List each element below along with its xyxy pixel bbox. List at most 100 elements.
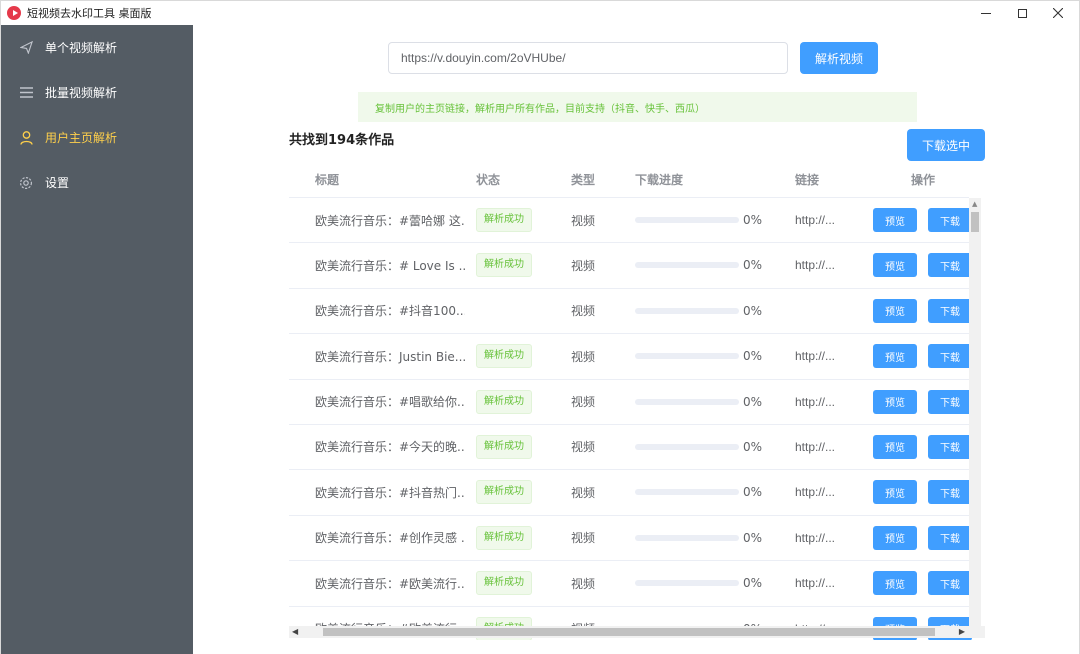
row-title: 欧美流行音乐：#今天的晚... (315, 440, 465, 455)
table-row[interactable]: 欧美流行音乐：# Love Is ... 解析成功 视频 0% http://... 预览… (289, 243, 972, 289)
preview-button[interactable]: 预览 (873, 298, 917, 323)
sidebar-item-user-homepage[interactable]: 用户主页解析 (1, 115, 193, 160)
download-selected-button[interactable]: 下载选中 (907, 129, 985, 161)
row-progress: 0% (635, 243, 762, 287)
download-button[interactable]: 下载 (928, 389, 972, 414)
window-title: 短视频去水印工具 桌面版 (27, 7, 152, 20)
row-type: 视频 (571, 395, 596, 410)
row-type: 视频 (571, 485, 596, 500)
result-count: 共找到194条作品 (289, 133, 395, 148)
progress-bar (635, 307, 739, 314)
table-row[interactable]: 欧美流行音乐：#今天的晚... 解析成功 视频 0% http://... 预览 下载 (289, 425, 972, 471)
row-status-cell: 解析成功 (476, 380, 532, 424)
sidebar-item-batch-video[interactable]: 批量视频解析 (1, 70, 193, 115)
maximize-button[interactable] (1005, 1, 1039, 25)
scroll-right-icon[interactable]: ▶ (959, 626, 965, 638)
table-row[interactable]: 欧美流行音乐：Justin Bie... 解析成功 视频 0% http://... 预览… (289, 334, 972, 380)
row-status-cell: 解析成功 (476, 516, 532, 560)
table-row[interactable]: 欧美流行音乐：#欧美流行... 解析成功 视频 0% http://... 预览下载 (289, 561, 972, 607)
row-link[interactable]: http://... (795, 425, 835, 469)
scroll-up-icon[interactable]: ▲ (972, 200, 977, 208)
row-progress: 0% (635, 425, 762, 469)
preview-button[interactable]: 预览 (873, 525, 917, 550)
header-ops[interactable]: 操作 (911, 165, 935, 195)
vertical-scrollbar[interactable]: ▲ ▼ (969, 198, 981, 636)
table-header: 标题 状态 类型 下载进度 链接 操作 (289, 165, 969, 198)
status-badge: 解析成功 (476, 480, 532, 505)
row-actions: 预览下载 (873, 198, 983, 242)
sidebar-item-label: 用户主页解析 (45, 131, 118, 145)
row-link[interactable]: http://... (795, 561, 835, 605)
progress-percent: 0% (743, 349, 763, 364)
progress-bar (635, 262, 739, 269)
url-input[interactable]: https://v.douyin.com/2oVHUbe/ (388, 42, 788, 74)
row-status-cell: 解析成功 (476, 243, 532, 287)
preview-button[interactable]: 预览 (873, 253, 917, 278)
row-link[interactable]: http://... (795, 470, 835, 514)
row-actions: 预览下载 (873, 380, 983, 424)
progress-percent: 0% (743, 303, 763, 318)
row-link[interactable]: http://... (795, 516, 835, 560)
header-status[interactable]: 状态 (476, 165, 500, 195)
table-row[interactable]: 欧美流行音乐：#蕾哈娜 这... 解析成功 视频 0% http://... 预览 下载 (289, 198, 972, 244)
download-button[interactable]: 下载 (928, 298, 972, 323)
scroll-thumb[interactable] (971, 212, 979, 232)
download-button[interactable]: 下载 (928, 525, 972, 550)
row-type: 视频 (571, 213, 596, 228)
row-title: 欧美流行音乐：#抖音热门... (315, 485, 465, 500)
row-link[interactable]: http://... (795, 198, 835, 242)
download-button[interactable]: 下载 (928, 571, 972, 596)
header-type[interactable]: 类型 (571, 165, 595, 195)
sidebar-item-settings[interactable]: 设置 (1, 160, 193, 205)
row-actions: 预览下载 (873, 470, 983, 514)
preview-button[interactable]: 预览 (873, 480, 917, 505)
download-button[interactable]: 下载 (928, 480, 972, 505)
download-button[interactable]: 下载 (928, 344, 972, 369)
app-window: 短视频去水印工具 桌面版 单个视频解析 批量视频解析 用户主页解析 设置 htt… (0, 0, 1080, 654)
header-link[interactable]: 链接 (795, 165, 819, 195)
row-link[interactable]: http://... (795, 243, 835, 287)
table-row[interactable]: 欧美流行音乐：#抖音热门... 解析成功 视频 0% http://... 预览 下载 (289, 470, 972, 516)
row-link[interactable]: http://... (795, 334, 835, 378)
table-row[interactable]: 欧美流行音乐：#创作灵感 ... 解析成功 视频 0% http://... 预览 下载 (289, 516, 972, 562)
scroll-left-icon[interactable]: ◀ (292, 626, 298, 638)
row-title: 欧美流行音乐：#蕾哈娜 这... (315, 213, 465, 228)
header-title[interactable]: 标题 (315, 165, 339, 195)
progress-percent: 0% (743, 485, 763, 500)
table-row[interactable]: 欧美流行音乐：#抖音100... 视频 0% 预览 下载 (289, 289, 972, 335)
preview-button[interactable]: 预览 (873, 571, 917, 596)
progress-percent: 0% (743, 213, 763, 227)
maximize-icon (1017, 8, 1027, 18)
close-button[interactable] (1041, 1, 1075, 25)
preview-button[interactable]: 预览 (873, 389, 917, 414)
header-progress[interactable]: 下载进度 (635, 165, 683, 195)
row-status-cell: 解析成功 (476, 425, 532, 469)
scroll-thumb-horizontal[interactable] (323, 628, 935, 636)
row-actions: 预览下载 (873, 334, 983, 378)
preview-button[interactable]: 预览 (873, 434, 917, 459)
send-icon (19, 41, 33, 55)
row-actions: 预览下载 (873, 289, 983, 333)
row-link[interactable]: http://... (795, 380, 835, 424)
minimize-button[interactable] (969, 1, 1003, 25)
download-button[interactable]: 下载 (928, 253, 972, 278)
status-badge: 解析成功 (476, 253, 532, 278)
progress-bar (635, 217, 739, 223)
horizontal-scrollbar[interactable]: ◀ ▶ (289, 626, 985, 638)
parse-video-button[interactable]: 解析视频 (800, 42, 878, 74)
info-tip: 复制用户的主页链接，解析用户所有作品，目前支持（抖音、快手、西瓜） (358, 92, 917, 122)
download-button[interactable]: 下载 (928, 434, 972, 459)
sidebar-item-label: 设置 (45, 176, 70, 190)
title-bar: 短视频去水印工具 桌面版 (1, 1, 1079, 25)
preview-button[interactable]: 预览 (873, 344, 917, 369)
progress-bar (635, 580, 739, 587)
row-title: 欧美流行音乐：# Love Is ... (315, 258, 465, 273)
download-button[interactable]: 下载 (928, 208, 972, 232)
table-row[interactable]: 欧美流行音乐：#唱歌给你... 解析成功 视频 0% http://... 预览 下载 (289, 380, 972, 425)
row-actions: 预览下载 (873, 561, 983, 605)
progress-bar (635, 489, 739, 496)
preview-button[interactable]: 预览 (873, 208, 917, 232)
row-status-cell: 解析成功 (476, 198, 532, 242)
sidebar-item-single-video[interactable]: 单个视频解析 (1, 25, 193, 70)
sidebar: 单个视频解析 批量视频解析 用户主页解析 设置 (1, 25, 193, 654)
